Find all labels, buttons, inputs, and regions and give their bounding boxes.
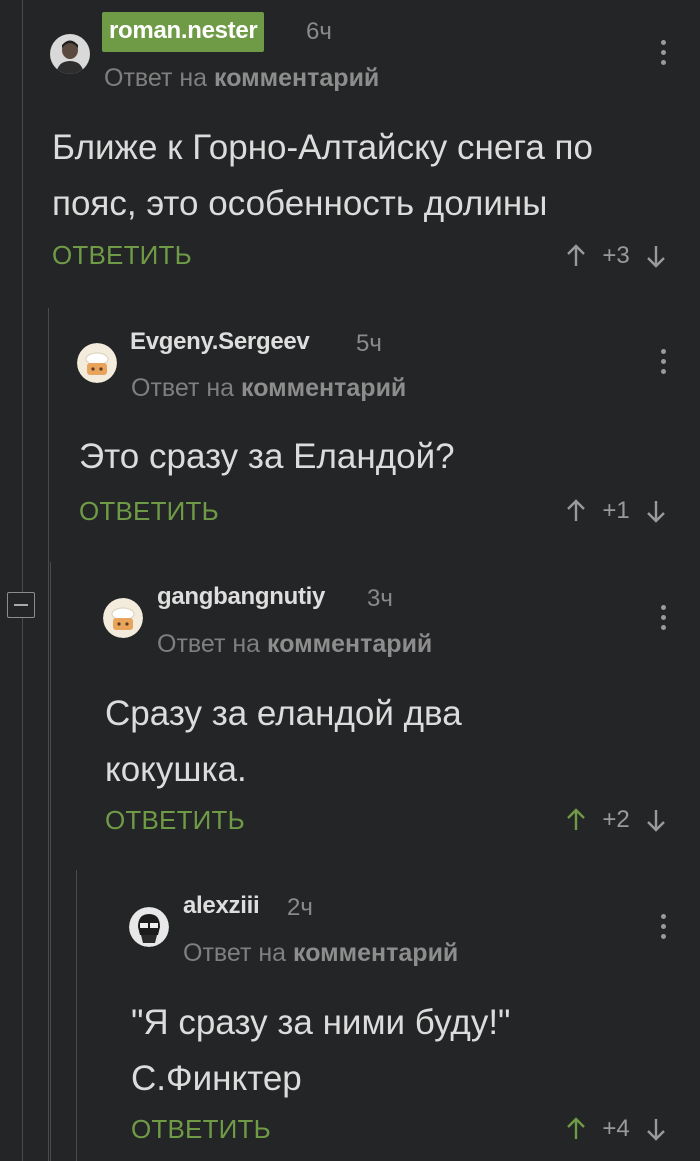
thread-line — [50, 562, 51, 1161]
author-name[interactable]: gangbangnutiy — [157, 583, 325, 611]
reply-target-link[interactable]: комментарий — [293, 939, 458, 967]
avatar[interactable] — [50, 34, 90, 74]
comment-time: 5ч — [356, 330, 382, 357]
reply-prefix: Ответ на — [131, 374, 235, 402]
comment-text: Сразу за еландой два кокушка. — [105, 686, 675, 798]
reply-to: Ответ на комментарий — [183, 939, 458, 968]
avatar[interactable] — [77, 343, 117, 383]
reply-button[interactable]: ОТВЕТИТЬ — [52, 240, 192, 271]
rating-score: +4 — [602, 1115, 630, 1142]
more-menu-icon[interactable] — [661, 40, 667, 66]
reply-prefix: Ответ на — [157, 630, 261, 658]
rating-score: +2 — [602, 806, 630, 833]
upvote-arrow-icon[interactable] — [564, 244, 588, 268]
reply-target-link[interactable]: комментарий — [214, 64, 379, 92]
upvote-arrow-icon[interactable] — [564, 1117, 588, 1141]
vote-controls: +2 — [564, 806, 668, 834]
author-name[interactable]: roman.nester — [102, 12, 265, 52]
skull-avatar-icon — [129, 907, 169, 947]
author-name[interactable]: alexziii — [183, 892, 260, 920]
reply-to: Ответ на комментарий — [131, 374, 406, 403]
comment-time: 3ч — [367, 585, 393, 612]
more-menu-icon[interactable] — [661, 605, 667, 631]
downvote-arrow-icon[interactable] — [644, 244, 668, 268]
comment-time: 6ч — [306, 18, 332, 45]
downvote-arrow-icon[interactable] — [644, 499, 668, 523]
reply-to: Ответ на комментарий — [104, 64, 379, 93]
avatar[interactable] — [129, 907, 169, 947]
comment-text-line: Ближе к Горно-Алтайску снега по — [52, 128, 593, 167]
reply-button[interactable]: ОТВЕТИТЬ — [105, 805, 245, 836]
vote-controls: +1 — [564, 497, 668, 525]
more-menu-icon[interactable] — [661, 349, 667, 375]
collapse-thread-button[interactable] — [7, 592, 35, 618]
downvote-arrow-icon[interactable] — [644, 808, 668, 832]
thread-line — [22, 0, 23, 1161]
thread-line — [76, 870, 77, 1161]
comment-text-line: пояс, это особенность долины — [52, 184, 548, 223]
reply-button[interactable]: ОТВЕТИТЬ — [79, 496, 219, 527]
comment-text-line: Это сразу за Еландой? — [79, 437, 455, 476]
comment-text: "Я сразу за ними буду!" С.Финктер — [131, 995, 676, 1107]
comment-text-line: С.Финктер — [131, 1059, 302, 1098]
reply-prefix: Ответ на — [104, 64, 208, 92]
rating-score: +3 — [602, 242, 630, 269]
comment-text-line: "Я сразу за ними буду!" — [131, 1003, 511, 1042]
vote-controls: +4 — [564, 1115, 668, 1143]
reply-to: Ответ на комментарий — [157, 630, 432, 659]
reply-prefix: Ответ на — [183, 939, 287, 967]
comment-text: Это сразу за Еландой? — [79, 429, 679, 485]
vote-controls: +3 — [564, 242, 668, 270]
comment-text-line: Сразу за еландой два — [105, 694, 462, 733]
comments-thread: roman.nester 6ч Ответ на комментарий Бли… — [0, 0, 700, 1161]
user-photo-icon — [50, 34, 90, 74]
comment-text-line: кокушка. — [105, 750, 247, 789]
reply-target-link[interactable]: комментарий — [241, 374, 406, 402]
author-name[interactable]: Evgeny.Sergeev — [130, 328, 310, 356]
reply-target-link[interactable]: комментарий — [267, 630, 432, 658]
reply-button[interactable]: ОТВЕТИТЬ — [131, 1114, 271, 1145]
thread-line — [48, 308, 49, 1161]
rating-score: +1 — [602, 497, 630, 524]
downvote-arrow-icon[interactable] — [644, 1117, 668, 1141]
upvote-arrow-icon[interactable] — [564, 499, 588, 523]
comment-text: Ближе к Горно-Алтайску снега по пояс, эт… — [52, 120, 682, 232]
more-menu-icon[interactable] — [661, 914, 667, 940]
upvote-arrow-icon[interactable] — [564, 808, 588, 832]
avatar[interactable] — [103, 598, 143, 638]
comment-time: 2ч — [287, 894, 313, 921]
default-chef-avatar-icon — [77, 343, 117, 383]
default-chef-avatar-icon — [103, 598, 143, 638]
